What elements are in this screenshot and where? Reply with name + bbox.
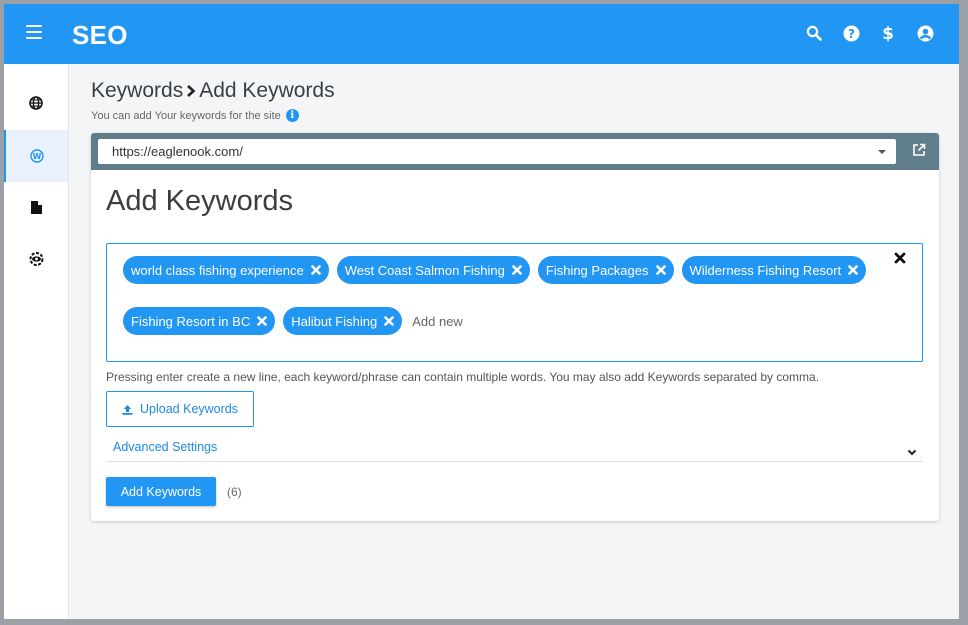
close-icon[interactable]	[310, 265, 321, 275]
upload-keywords-button[interactable]: Upload Keywords	[106, 391, 254, 427]
svg-text:W: W	[33, 152, 42, 161]
external-link-icon[interactable]	[912, 143, 926, 157]
breadcrumb-current: Add Keywords	[199, 79, 335, 102]
keyword-chip[interactable]: Halibut Fishing	[283, 307, 403, 335]
top-bar: SEO ? $	[4, 4, 959, 64]
keyword-chip-label: Fishing Resort in BC	[131, 313, 251, 329]
close-icon[interactable]	[384, 316, 395, 326]
keyword-chip[interactable]: Fishing Packages	[537, 256, 674, 284]
keyword-chip-label: Fishing Packages	[545, 262, 649, 278]
keyword-chip-label: Halibut Fishing	[291, 313, 378, 329]
add-keywords-card: https://eaglenook.com/ Add Keywords worl…	[91, 133, 939, 521]
upload-icon	[122, 404, 133, 415]
breadcrumb: Keywords Add Keywords	[91, 79, 335, 103]
eye-settings-icon	[29, 252, 43, 266]
keyword-chip[interactable]: Fishing Resort in BC	[123, 307, 276, 335]
site-select[interactable]: https://eaglenook.com/	[98, 139, 896, 164]
sidebar-item-monitor[interactable]	[4, 233, 68, 285]
clear-all-icon[interactable]	[894, 251, 906, 264]
advanced-settings-label: Advanced Settings	[113, 440, 218, 454]
svg-text:$: $	[882, 24, 894, 42]
close-icon[interactable]	[848, 265, 859, 275]
card-title: Add Keywords	[106, 185, 293, 217]
globe-icon	[29, 96, 43, 110]
keyword-chip-label: world class fishing experience	[131, 262, 304, 278]
page-subtitle: You can add Your keywords for the site i	[91, 109, 299, 122]
add-keywords-button[interactable]: Add Keywords	[106, 477, 216, 506]
keywords-input-box[interactable]: world class fishing experience West Coas…	[106, 243, 923, 362]
info-icon[interactable]: i	[285, 109, 299, 122]
close-icon[interactable]	[257, 316, 268, 326]
close-icon[interactable]	[512, 265, 522, 275]
upload-keywords-label: Upload Keywords	[140, 402, 238, 416]
caret-down-icon	[878, 150, 886, 154]
sidebar: W	[4, 64, 69, 619]
chevron-right-icon	[186, 84, 196, 98]
sidebar-item-wordpress[interactable]: W	[4, 130, 68, 182]
keyword-chip[interactable]: world class fishing experience	[123, 256, 329, 284]
account-icon[interactable]	[915, 23, 935, 43]
add-keyword-input[interactable]	[410, 313, 531, 329]
svg-text:?: ?	[848, 27, 855, 41]
search-icon[interactable]	[804, 23, 824, 43]
help-icon[interactable]: ?	[841, 23, 861, 43]
keyword-chip[interactable]: West Coast Salmon Fishing	[336, 256, 530, 284]
dollar-icon[interactable]: $	[878, 23, 898, 43]
helper-text: Pressing enter create a new line, each k…	[106, 370, 820, 384]
sidebar-item-sites[interactable]	[4, 77, 68, 129]
site-selector-bar: https://eaglenook.com/	[91, 133, 939, 170]
keyword-chip-label: Wilderness Fishing Resort	[689, 262, 842, 278]
wordpress-icon: W	[30, 149, 44, 163]
close-icon[interactable]	[655, 265, 666, 275]
advanced-settings-toggle[interactable]: Advanced Settings	[106, 431, 923, 462]
menu-icon[interactable]	[26, 25, 42, 40]
document-icon	[30, 200, 42, 214]
site-select-value: https://eaglenook.com/	[112, 144, 243, 159]
subtitle-text: You can add Your keywords for the site	[91, 109, 281, 122]
sidebar-item-pages[interactable]	[4, 181, 68, 233]
breadcrumb-parent[interactable]: Keywords	[91, 79, 183, 103]
keyword-count: (6)	[227, 485, 242, 499]
keyword-chip-label: West Coast Salmon Fishing	[344, 262, 505, 278]
main-content: Keywords Add Keywords You can add Your k…	[70, 64, 959, 619]
chevron-down-icon	[907, 443, 917, 456]
app-title: SEO	[72, 20, 128, 50]
keyword-chip[interactable]: Wilderness Fishing Resort	[681, 256, 867, 284]
app-window: SEO ? $ W Keywords Add Keywords You can …	[4, 4, 959, 619]
